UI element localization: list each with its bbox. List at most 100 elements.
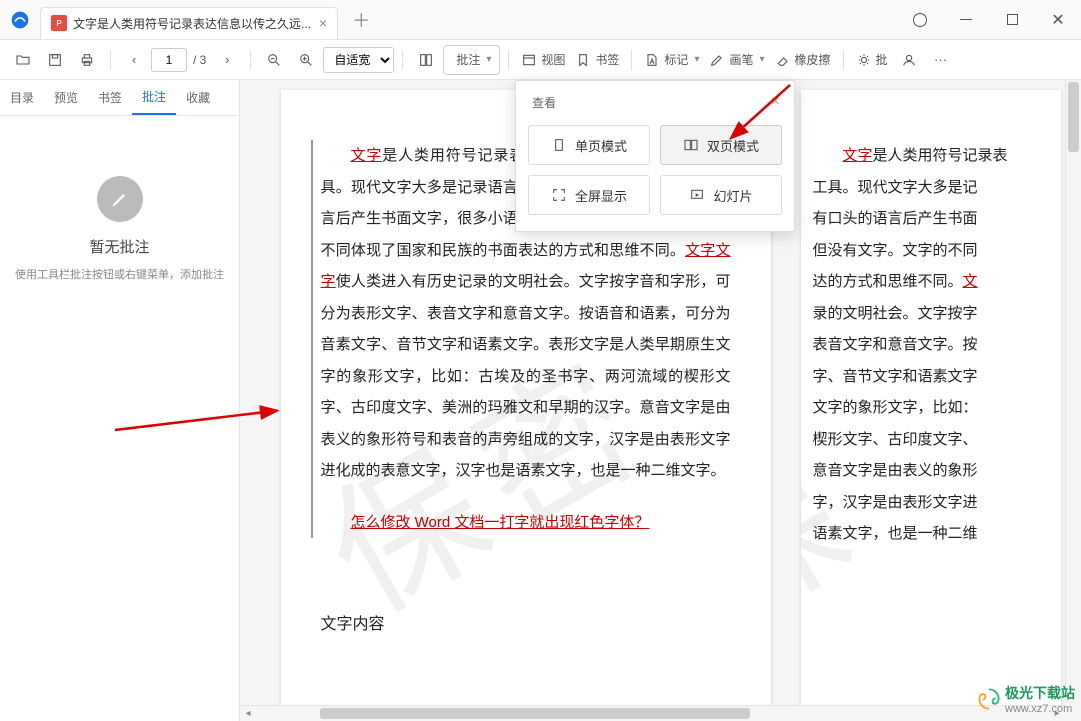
close-window-button[interactable]: ✕ [1035,0,1081,40]
sidebar-empty-title: 暂无批注 [89,236,149,257]
folder-icon [15,52,31,68]
annotate-button[interactable]: 批注▾ [443,45,500,75]
double-page-mode-button[interactable]: 双页模式 [660,125,782,165]
bulk-settings-button[interactable]: 批 [852,45,892,75]
site-logo-icon [977,687,1001,711]
document-tab[interactable]: P 文字是人类用符号记录表达信息以传之久远... × [40,7,338,39]
sidebar-empty-state: 暂无批注 使用工具栏批注按钮或右键菜单，添加批注 [0,116,239,721]
paragraph-line: 录的文明社会。文字按字 [813,298,1049,330]
divider [508,50,509,70]
toolbar: ‹ / 3 › 自适宽 批注▾ 视图 书签 标记▾ 画笔▾ 橡皮擦 批 ··· [0,40,1081,80]
fullscreen-mode-button[interactable]: 全屏显示 [528,175,650,215]
zoom-out-button[interactable] [259,45,289,75]
zoom-out-icon [266,52,282,68]
paragraph-line: 但没有文字。文字的不同 [813,235,1049,267]
open-file-button[interactable] [8,45,38,75]
paragraph-line: 语素文字，也是一种二维 [813,518,1049,550]
window-controls: ✕ [897,0,1081,40]
bookmark-icon [575,52,591,68]
prev-page-button[interactable]: ‹ [119,45,149,75]
divider [631,50,632,70]
paragraph-line: 有口头的语言后产生书面 [813,203,1049,235]
single-page-mode-button[interactable]: 单页模式 [528,125,650,165]
titlebar: P 文字是人类用符号记录表达信息以传之久远... × ＋ ✕ [0,0,1081,40]
red-keyword: 文字 [351,147,383,164]
sidebar-tab-bookmark[interactable]: 书签 [88,80,132,115]
app-logo [0,10,40,30]
vertical-scrollbar[interactable] [1065,80,1081,701]
print-button[interactable] [72,45,102,75]
eraser-button[interactable]: 橡皮擦 [771,45,835,75]
paragraph-line: 字，汉字是由表形文字进 [813,487,1049,519]
sidebar-tab-favorite[interactable]: 收藏 [176,80,220,115]
mark-button[interactable]: 标记▾ [640,45,703,75]
scroll-thumb[interactable] [320,708,750,719]
section-heading: 文字内容 [321,608,731,642]
page-2: 保密 文字是人类用符号记录表 工具。现代文字大多是记 有口头的语言后产生书面 但… [801,90,1061,711]
slideshow-icon [689,187,705,203]
zoom-in-button[interactable] [291,45,321,75]
sidebar: 目录 预览 书签 批注 收藏 暂无批注 使用工具栏批注按钮或右键菜单，添加批注 [0,80,240,721]
pdf-icon: P [51,15,67,31]
divider [843,50,844,70]
paragraph-line: 字、音节文字和语素文字 [813,361,1049,393]
maximize-icon [1007,14,1018,25]
view-mode-popup: 查看 × 单页模式 双页模式 全屏显示 幻灯片 [515,80,795,232]
paragraph-line: 文字是人类用符号记录表 [813,140,1049,172]
eraser-icon [775,52,791,68]
user-button[interactable] [894,45,924,75]
paragraph-line: 文字的象形文字，比如： [813,392,1049,424]
double-page-icon [683,137,699,153]
user-icon [901,52,917,68]
bookmark-button[interactable]: 书签 [571,45,623,75]
chevron-down-icon: ▾ [759,54,764,65]
maximize-button[interactable] [989,0,1035,40]
scroll-thumb[interactable] [1068,82,1079,152]
view-icon [521,52,537,68]
sidebar-tab-preview[interactable]: 预览 [44,80,88,115]
divider [402,50,403,70]
save-button[interactable] [40,45,70,75]
zoom-in-icon [298,52,314,68]
view-button[interactable]: 视图 [517,45,569,75]
page-input[interactable] [151,48,187,72]
divider [110,50,111,70]
single-page-icon [551,137,567,153]
page-layout-icon [418,52,434,68]
save-icon [47,52,63,68]
next-page-button[interactable]: › [212,45,242,75]
sidebar-empty-sub: 使用工具栏批注按钮或右键菜单，添加批注 [15,267,224,285]
tab-close-button[interactable]: × [319,15,327,31]
settings-button[interactable] [897,0,943,40]
new-tab-button[interactable]: ＋ [348,3,374,37]
chevron-down-icon: ▾ [486,54,491,65]
popup-title: 查看 [532,94,556,111]
fullscreen-icon [551,187,567,203]
paragraph-line: 表音文字和意音文字。按 [813,329,1049,361]
horizontal-scrollbar[interactable]: ◂ ▸ [240,705,1065,721]
gear-icon [913,13,927,27]
paragraph-line: 意音文字是由表义的象形 [813,455,1049,487]
print-icon [79,52,95,68]
tab-title: 文字是人类用符号记录表达信息以传之久远... [73,15,311,32]
paragraph-line: 工具。现代文字大多是记 [813,172,1049,204]
minimize-button[interactable] [943,0,989,40]
paragraph-line: 达的方式和思维不同。文 [813,266,1049,298]
app-logo-icon [10,10,30,30]
pencil-circle-icon [97,176,143,222]
slideshow-mode-button[interactable]: 幻灯片 [660,175,782,215]
popup-close-button[interactable]: × [771,93,780,111]
minimize-icon [960,19,972,21]
page-total: / 3 [193,53,206,67]
fit-mode-select[interactable]: 自适宽 [323,47,394,73]
brush-icon [709,52,725,68]
brush-button[interactable]: 画笔▾ [705,45,768,75]
red-hyperlink[interactable]: 怎么修改 Word 文档一打字就出现红色字体？ [321,507,650,539]
page-layout-button[interactable] [411,45,441,75]
sidebar-tab-outline[interactable]: 目录 [0,80,44,115]
sidebar-tab-annotate[interactable]: 批注 [132,80,176,115]
more-button[interactable]: ··· [926,45,956,75]
sidebar-tabs: 目录 预览 书签 批注 收藏 [0,80,239,116]
divider [250,50,251,70]
scroll-left-arrow[interactable]: ◂ [240,706,256,721]
